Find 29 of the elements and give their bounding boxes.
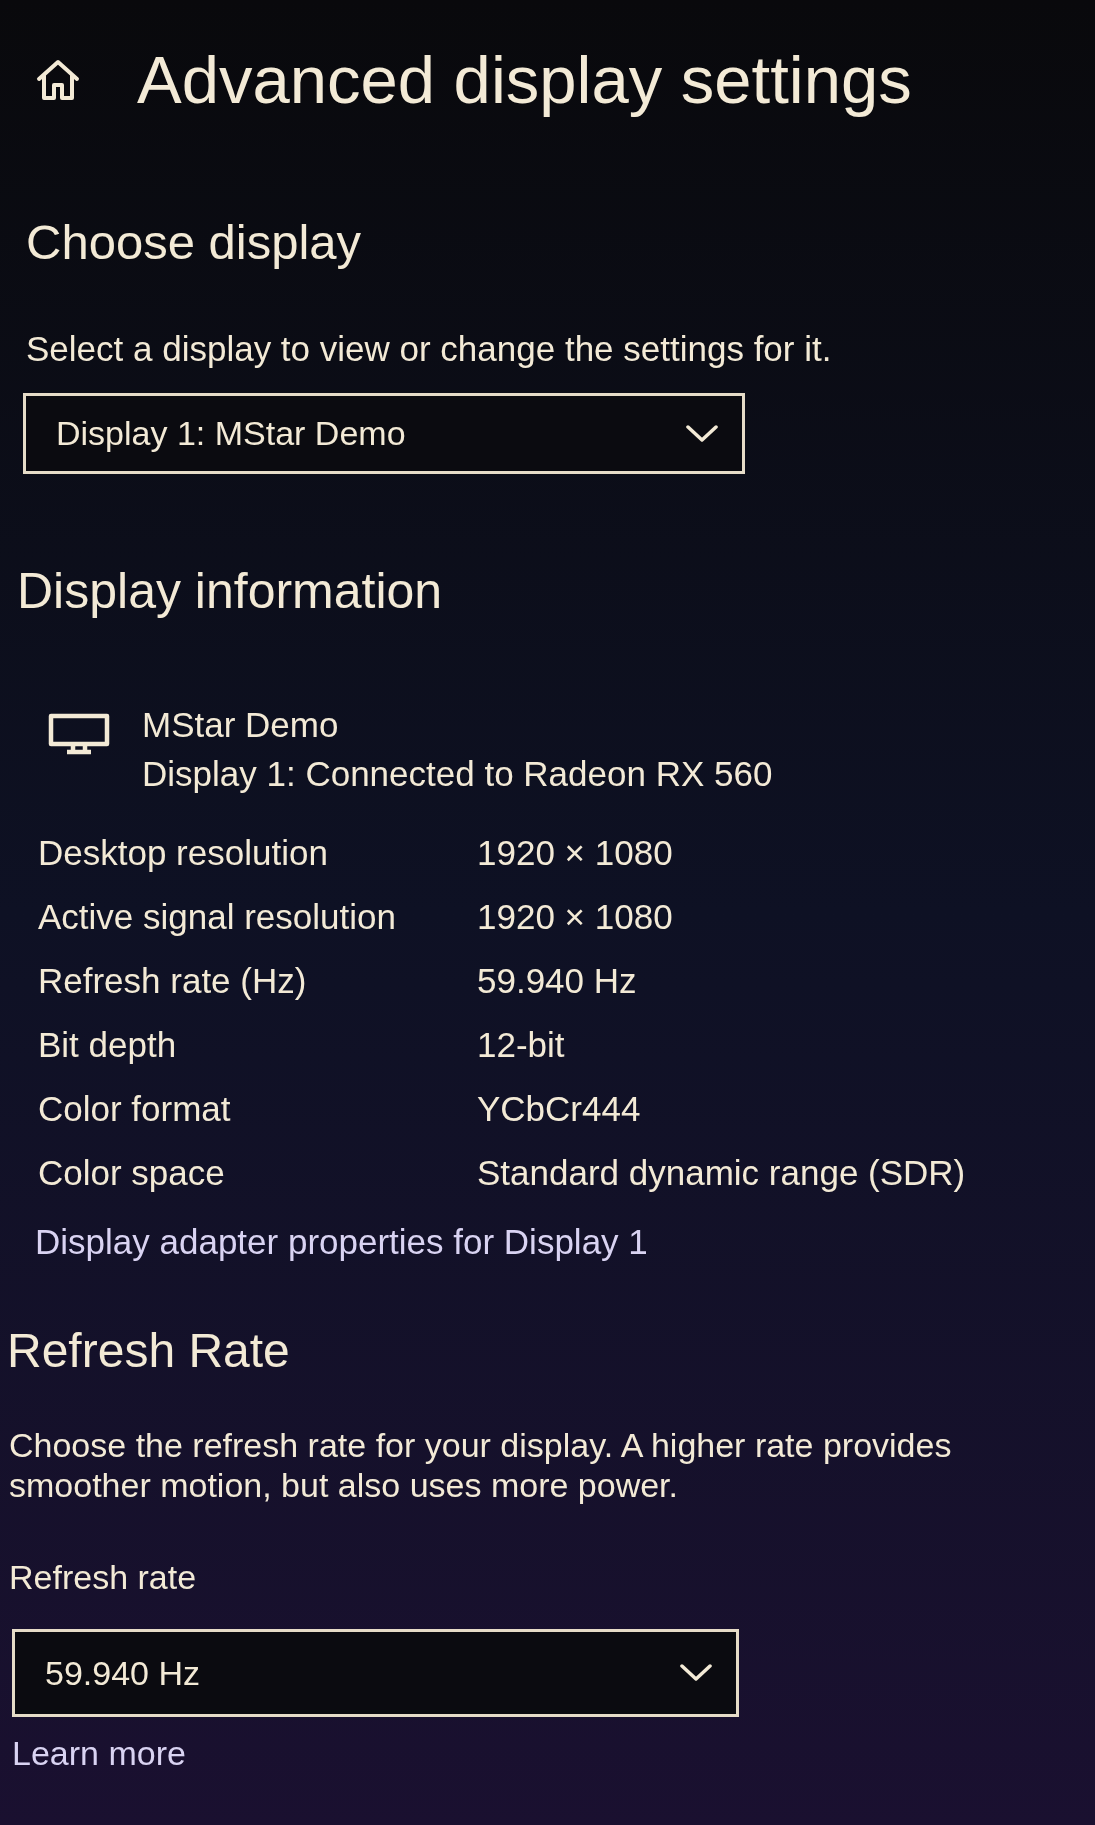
description-text: Select a display to view or change the settings for it. bbox=[26, 328, 833, 370]
display-dropdown[interactable]: Display 1: MStar Demo bbox=[23, 393, 745, 474]
home-icon[interactable] bbox=[35, 57, 81, 103]
info-label: Bit depth bbox=[38, 1023, 178, 1066]
info-label: Refresh rate (Hz) bbox=[38, 959, 308, 1002]
display-connection-text: Display 1: Connected to Radeon RX 560 bbox=[142, 753, 773, 795]
info-value: 12-bit bbox=[477, 1023, 565, 1066]
section-heading: Refresh Rate bbox=[7, 1323, 291, 1379]
chevron-down-icon bbox=[680, 1664, 712, 1682]
info-value: YCbCr444 bbox=[477, 1087, 641, 1130]
info-value: 59.940 Hz bbox=[477, 959, 637, 1002]
info-label: Active signal resolution bbox=[38, 895, 397, 938]
description-text: Choose the refresh rate for your display. A higher rate provides smoother motion, but also uses more power. bbox=[9, 1425, 953, 1505]
refresh-rate-label: Refresh rate bbox=[9, 1557, 197, 1598]
info-label: Desktop resolution bbox=[38, 831, 329, 874]
adapter-properties-link[interactable]: Display adapter properties for Display 1 bbox=[35, 1220, 648, 1264]
section-heading: Display information bbox=[17, 562, 444, 621]
info-label: Color format bbox=[38, 1087, 232, 1130]
display-name: MStar Demo bbox=[142, 704, 340, 746]
info-value: 1920 × 1080 bbox=[477, 895, 673, 938]
chevron-down-icon bbox=[686, 424, 718, 443]
info-value: 1920 × 1080 bbox=[477, 831, 673, 874]
monitor-icon bbox=[47, 712, 111, 756]
refresh-rate-dropdown[interactable]: 59.940 Hz bbox=[12, 1629, 739, 1717]
info-label: Color space bbox=[38, 1151, 226, 1194]
page-title: Advanced display settings bbox=[137, 41, 912, 119]
section-heading: Choose display bbox=[26, 214, 363, 271]
info-value: Standard dynamic range (SDR) bbox=[477, 1151, 966, 1194]
learn-more-link[interactable]: Learn more bbox=[12, 1731, 186, 1775]
